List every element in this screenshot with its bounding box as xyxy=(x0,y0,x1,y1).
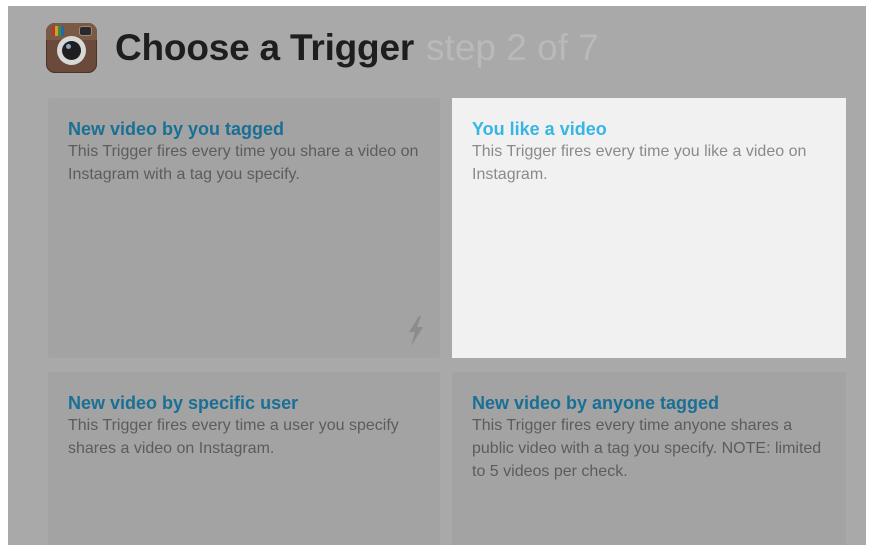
trigger-card-new-video-by-specific-user[interactable]: New video by specific user This Trigger … xyxy=(48,372,440,545)
trigger-card-description: This Trigger fires every time you share … xyxy=(68,143,419,183)
trigger-card-title: New video by you tagged xyxy=(68,119,285,139)
trigger-card-title: You like a video xyxy=(472,119,607,139)
trigger-card-you-like-a-video[interactable]: You like a video This Trigger fires ever… xyxy=(452,98,846,358)
screen: Choose a Trigger step 2 of 7 New video b… xyxy=(0,0,870,545)
trigger-card-description: This Trigger fires every time you like a… xyxy=(472,143,807,183)
trigger-card-title: New video by anyone tagged xyxy=(472,393,720,413)
trigger-card-new-video-by-anyone-tagged[interactable]: New video by anyone tagged This Trigger … xyxy=(452,372,846,545)
trigger-selection-panel: Choose a Trigger step 2 of 7 New video b… xyxy=(8,6,866,545)
page-title: Choose a Trigger xyxy=(115,27,415,68)
trigger-card-description: This Trigger fires every time a user you… xyxy=(68,417,399,457)
lightning-bolt-icon xyxy=(409,316,423,346)
instagram-camera-icon xyxy=(46,23,97,73)
trigger-card-new-video-by-you-tagged[interactable]: New video by you tagged This Trigger fir… xyxy=(48,98,440,358)
trigger-card-description: This Trigger fires every time anyone sha… xyxy=(472,417,822,480)
header: Choose a Trigger step 2 of 7 xyxy=(46,22,599,74)
trigger-card-title: New video by specific user xyxy=(68,393,299,413)
step-indicator: step 2 of 7 xyxy=(426,27,599,68)
